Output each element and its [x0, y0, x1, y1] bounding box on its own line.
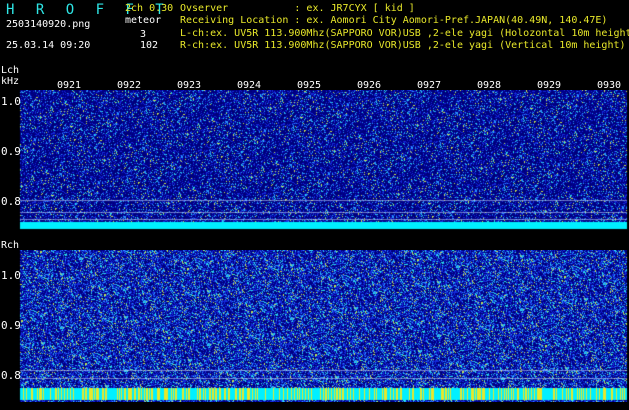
rch-info: R-ch:ex. UV5R 113.900Mhz(SAPPORO VOR)USB… [180, 40, 626, 51]
lch-panel-label: Lch [1, 65, 20, 76]
rch-ytick-0-8: 0.8 [1, 369, 21, 382]
filename-label: 2503140920.png [6, 19, 91, 30]
datetime-label: 25.03.14 09:20 [6, 40, 91, 51]
xtick-0929: 0929 [537, 80, 562, 91]
observer-info: Ovserver : ex. JR7CYX [ kid ] [180, 3, 415, 14]
location-info: Receiving Location : ex. Aomori City Aom… [180, 15, 608, 26]
rch-waterfall [0, 250, 629, 402]
lch-info: L-ch:ex. UV5R 113.900Mhz(SAPPORO VOR)USB… [180, 28, 629, 39]
xtick-0930: 0930 [597, 80, 622, 91]
xtick-0925: 0925 [297, 80, 322, 91]
lch-ytick-1-0: 1.0 [1, 95, 21, 108]
lch-waterfall [0, 90, 629, 240]
xtick-0926: 0926 [357, 80, 382, 91]
rch-ytick-1-0: 1.0 [1, 269, 21, 282]
version-label: 2ch 0.30 [125, 3, 174, 14]
xtick-0922: 0922 [117, 80, 142, 91]
khz-unit-label: kHz [1, 76, 20, 87]
lch-ytick-0-9: 0.9 [1, 145, 21, 158]
xtick-0923: 0923 [177, 80, 202, 91]
lch-meteor-count: 3 [140, 29, 147, 40]
lch-ytick-0-8: 0.8 [1, 195, 21, 208]
meteor-label: meteor [125, 15, 162, 26]
xtick-0928: 0928 [477, 80, 502, 91]
rch-meteor-count: 102 [140, 40, 159, 51]
xtick-0927: 0927 [417, 80, 442, 91]
xtick-0924: 0924 [237, 80, 262, 91]
rch-ytick-0-9: 0.9 [1, 319, 21, 332]
xtick-0921: 0921 [57, 80, 82, 91]
